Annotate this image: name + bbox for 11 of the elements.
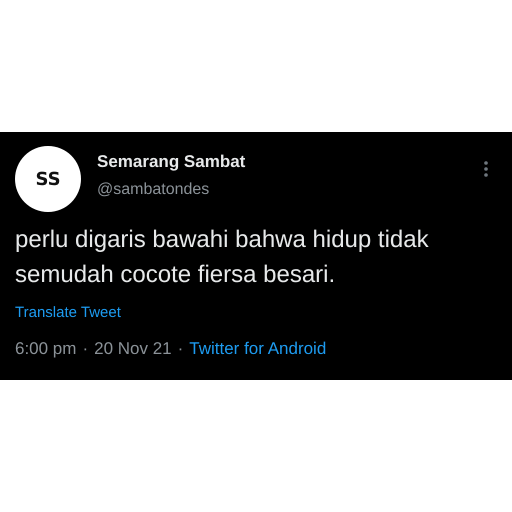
translate-link[interactable]: Translate Tweet	[15, 304, 121, 321]
avatar[interactable]: SS	[15, 146, 81, 212]
separator: ·	[82, 339, 88, 359]
separator: ·	[178, 339, 184, 359]
tweet-date: 20 Nov 21	[94, 339, 172, 359]
more-icon[interactable]	[483, 160, 489, 178]
source-link[interactable]: Twitter for Android	[189, 339, 326, 359]
user-handle: @sambatondes	[97, 181, 210, 199]
tweet-text: perlu digaris bawahi bahwa hidup tidak semudah cocote fiersa besari.	[15, 225, 430, 290]
display-name: Semarang Sambat	[97, 152, 246, 172]
tweet-time: 6:00 pm	[15, 339, 76, 359]
